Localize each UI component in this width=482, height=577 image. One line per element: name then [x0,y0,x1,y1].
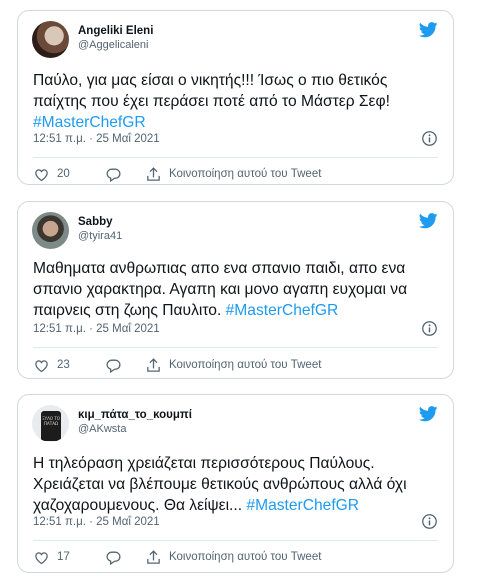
action-bar: 20 Κοινοποίηση αυτού του Tweet [33,164,438,184]
divider [33,347,438,348]
tweet-meta: 12:51 π.μ. · 25 Μαΐ 2021 [33,320,439,338]
share-icon [147,357,160,372]
avatar-shirt-text: ΞΥΛΟ ΤΟ ΠΑΤΑΩ [42,416,60,426]
display-name[interactable]: Angeliki Eleni [78,24,153,38]
hashtag-link[interactable]: #MasterChefGR [33,114,146,131]
reply-icon [106,359,121,373]
tweet-meta: 12:51 π.μ. · 25 Μαΐ 2021 [33,513,439,531]
user-handle[interactable]: @AKwsta [78,422,192,436]
timestamp[interactable]: 12:51 π.μ. · 25 Μαΐ 2021 [33,320,160,338]
reply-button[interactable] [105,355,122,375]
twitter-bird-icon[interactable] [419,213,438,229]
heart-icon [35,359,48,372]
action-bar: 23 Κοινοποίηση αυτού του Tweet [33,355,438,375]
user-handle[interactable]: @Aggelicaleni [78,38,153,52]
info-icon[interactable] [421,513,438,530]
tweet-body: Παύλο, για μας είσαι ο νικητής!!! Ίσως ο… [33,72,390,110]
share-label: Κοινοποίηση αυτού του Tweet [169,551,322,563]
author-block[interactable]: Sabby @tyira41 [78,215,122,243]
hashtag-link[interactable]: #MasterChefGR [246,497,359,514]
twitter-bird-icon[interactable] [419,406,438,422]
tweet-meta: 12:51 π.μ. · 25 Μαΐ 2021 [33,130,439,148]
tweet-body: Μαθηματα ανθρωπιας απο ενα σπανιο παιδι,… [33,260,408,319]
twitter-bird-icon[interactable] [419,22,438,38]
like-count: 17 [57,551,70,563]
divider [33,540,438,541]
heart-icon [35,168,48,181]
share-button[interactable]: Κοινοποίηση αυτού του Tweet [145,164,321,184]
share-button[interactable]: Κοινοποίηση αυτού του Tweet [145,355,321,375]
reply-button[interactable] [105,164,122,184]
like-button[interactable]: 17 [33,547,70,567]
heart-icon [35,551,48,564]
avatar[interactable] [32,212,69,249]
reply-button[interactable] [105,547,122,567]
tweet-text: Παύλο, για μας είσαι ο νικητής!!! Ίσως ο… [33,70,439,133]
author-block[interactable]: Angeliki Eleni @Aggelicaleni [78,24,153,52]
info-icon[interactable] [421,320,438,337]
share-label: Κοινοποίηση αυτού του Tweet [169,168,322,180]
like-count: 20 [57,168,70,180]
hashtag-link[interactable]: #MasterChefGR [226,302,339,319]
tweet-card[interactable]: Sabby @tyira41 Μαθηματα ανθρωπιας απο εν… [17,201,454,379]
share-label: Κοινοποίηση αυτού του Tweet [169,359,322,371]
tweet-text: Η τηλεόραση χρειάζεται περισσότερους Παύ… [33,453,439,516]
timestamp[interactable]: 12:51 π.μ. · 25 Μαΐ 2021 [33,130,160,148]
reply-icon [106,168,121,182]
reply-icon [106,551,121,565]
timestamp[interactable]: 12:51 π.μ. · 25 Μαΐ 2021 [33,513,160,531]
display-name[interactable]: κιμ_πάτα_το_κουμπί [78,408,192,422]
share-icon [147,166,160,181]
divider [33,157,438,158]
author-block[interactable]: κιμ_πάτα_το_κουμπί @AKwsta [78,408,192,436]
info-icon[interactable] [421,130,438,147]
like-count: 23 [57,359,70,371]
like-button[interactable]: 20 [33,164,70,184]
display-name[interactable]: Sabby [78,215,122,229]
like-button[interactable]: 23 [33,355,70,375]
tweet-text: Μαθηματα ανθρωπιας απο ενα σπανιο παιδι,… [33,258,439,321]
tweet-card[interactable]: ΞΥΛΟ ΤΟ ΠΑΤΑΩ κιμ_πάτα_το_κουμπί @AKwsta… [17,394,454,573]
user-handle[interactable]: @tyira41 [78,229,122,243]
tweet-card[interactable]: Angeliki Eleni @Aggelicaleni Παύλο, για … [17,10,454,185]
share-button[interactable]: Κοινοποίηση αυτού του Tweet [145,547,321,567]
avatar[interactable]: ΞΥΛΟ ΤΟ ΠΑΤΑΩ [32,405,69,442]
avatar[interactable] [32,21,69,58]
action-bar: 17 Κοινοποίηση αυτού του Tweet [33,547,438,567]
share-icon [147,549,160,564]
